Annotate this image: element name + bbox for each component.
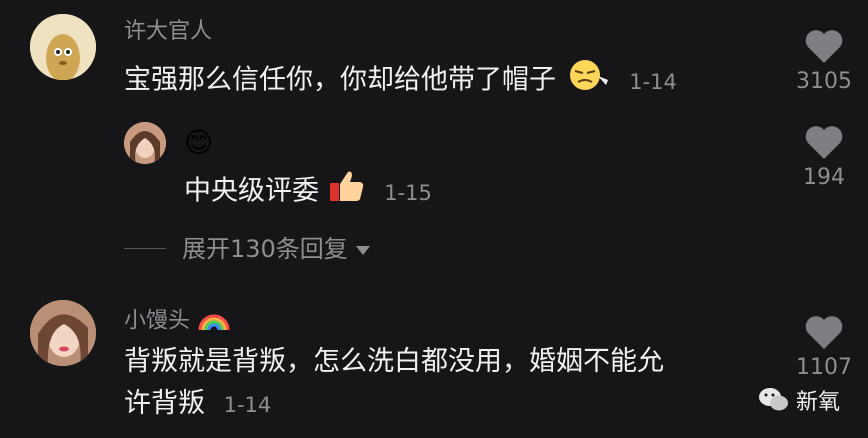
avatar-xiaomantou[interactable]	[30, 300, 96, 366]
like-count: 194	[803, 165, 845, 190]
comment-username[interactable]: 小馒头	[124, 302, 231, 341]
photo-avatar-icon	[124, 122, 166, 164]
comment-text-line2: 许背叛 1-14	[124, 384, 271, 425]
like-button[interactable]: 194	[794, 124, 854, 192]
comment-body-line2: 许背叛	[124, 388, 205, 419]
like-button[interactable]: 3105	[794, 28, 854, 96]
comment-username[interactable]: 许大官人	[124, 17, 212, 47]
smile-emoji-icon: 😊	[184, 126, 214, 159]
wechat-icon	[759, 388, 788, 411]
photo-avatar-icon	[30, 300, 96, 366]
comment-date: 1-14	[223, 393, 272, 417]
reply-body: 中央级评委	[184, 175, 319, 207]
rainbow-emoji-icon	[197, 302, 231, 341]
expand-replies-button[interactable]: 展开130条回复	[182, 234, 371, 264]
watermark-text: 新氧	[796, 390, 841, 415]
heart-icon	[805, 316, 843, 349]
smirk-emoji-icon	[565, 58, 611, 104]
expand-replies-label: 展开130条回复	[182, 235, 348, 263]
thumbs-up-emoji-icon	[328, 168, 366, 216]
avatar-xudaguanren[interactable]	[30, 14, 96, 80]
like-count: 3105	[796, 69, 852, 94]
reply-date: 1-15	[384, 180, 432, 205]
triangle-down-icon	[356, 246, 371, 255]
comment-date: 1-14	[629, 69, 677, 94]
watermark: 新氧	[758, 384, 840, 416]
avatar-reply-user[interactable]	[124, 122, 166, 164]
comment-body: 宝强那么信任你，你却给他带了帽子	[124, 64, 556, 96]
reply-text: 中央级评委 1-15	[184, 168, 432, 216]
reply-username-emoji[interactable]: 😊	[184, 126, 213, 160]
like-count: 1107	[796, 355, 852, 380]
expand-replies-divider	[124, 248, 166, 249]
heart-icon	[805, 30, 843, 63]
comment-text: 宝强那么信任你，你却给他带了帽子 1-14	[124, 58, 677, 104]
heart-icon	[805, 126, 843, 159]
cartoon-avatar-icon	[30, 14, 96, 80]
comment-body-line1: 背叛就是背叛，怎么洗白都没用，婚姻不能允	[124, 346, 664, 377]
like-button[interactable]: 1107	[794, 314, 854, 382]
